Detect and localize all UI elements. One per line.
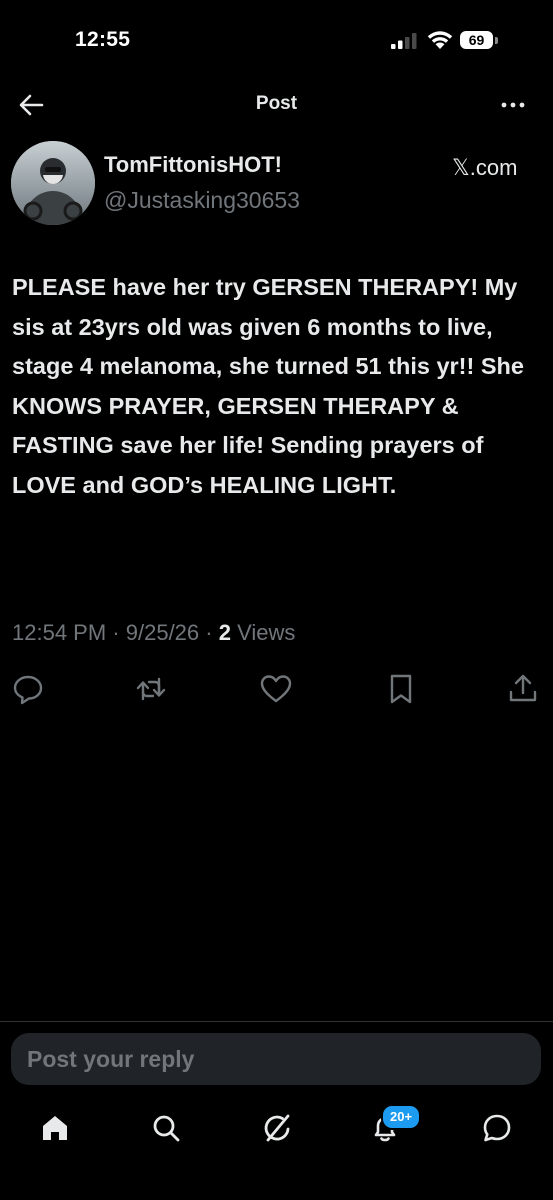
- meta-separator: ·: [112, 620, 120, 645]
- views-label: Views: [237, 620, 296, 645]
- reply-input[interactable]: Post your reply: [11, 1033, 541, 1085]
- home-icon[interactable]: [39, 1112, 71, 1144]
- reply-placeholder: Post your reply: [27, 1046, 195, 1072]
- messages-icon[interactable]: [481, 1112, 513, 1144]
- meta-separator: ·: [205, 620, 213, 645]
- status-bar: 12:55 69: [0, 0, 553, 80]
- bottom-nav: [0, 1100, 553, 1160]
- grok-icon[interactable]: [262, 1112, 294, 1144]
- more-horizontal-icon[interactable]: [496, 92, 530, 118]
- share-icon[interactable]: [506, 672, 540, 706]
- bookmark-icon[interactable]: [384, 672, 418, 706]
- retweet-icon[interactable]: [134, 672, 168, 706]
- post-date: 9/25/26: [125, 620, 200, 645]
- wifi-icon: [427, 31, 453, 49]
- top-bar: Post: [0, 80, 553, 130]
- battery-level: 69: [460, 31, 493, 49]
- post-time: 12:54 PM: [12, 620, 107, 645]
- divider: [0, 1021, 553, 1022]
- notification-badge: 20+: [381, 1104, 422, 1130]
- views-count: 2: [218, 620, 231, 645]
- battery-icon: 69: [460, 31, 500, 51]
- post-screen: 12:55 69 Post TomFittonisHOT! @Justaskin…: [0, 0, 553, 1200]
- signal-icon: [391, 33, 417, 49]
- author-name[interactable]: TomFittonisHOT!: [104, 152, 282, 178]
- search-icon[interactable]: [150, 1112, 182, 1144]
- status-time: 12:55: [75, 28, 131, 51]
- post-actions: [0, 672, 553, 706]
- post-meta: 12:54 PM · 9/25/26 · 2 Views: [12, 620, 295, 646]
- post-text: PLEASE have her try GERSEN THERAPY! My s…: [12, 274, 524, 498]
- like-icon[interactable]: [259, 672, 293, 706]
- author-handle[interactable]: @Justasking30653: [104, 187, 300, 214]
- page-title: Post: [255, 93, 298, 114]
- reply-icon[interactable]: [11, 672, 45, 706]
- avatar[interactable]: [11, 141, 95, 225]
- source-label: 𝕏.com: [452, 155, 518, 180]
